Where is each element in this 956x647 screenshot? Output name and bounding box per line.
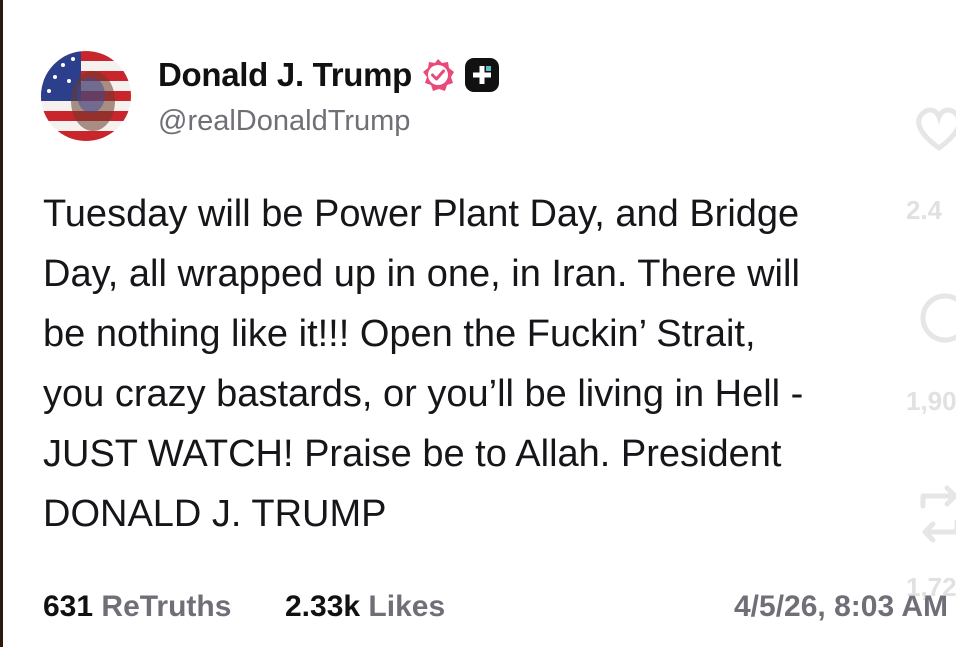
comment-icon[interactable]: [915, 288, 956, 353]
heart-icon[interactable]: [909, 98, 956, 163]
verified-badge-icon: [420, 57, 456, 93]
name-row: Donald J. Trump: [158, 56, 500, 94]
likes-count: 2.33k: [285, 590, 361, 623]
overlay-like-count: 2.4: [906, 195, 943, 225]
share-icon[interactable]: [915, 478, 956, 553]
avatar[interactable]: [41, 51, 131, 141]
likes-stat[interactable]: 2.33k Likes: [285, 590, 445, 624]
retruths-count: 631: [43, 590, 94, 623]
retruths-label: ReTruths: [101, 590, 232, 623]
user-handle[interactable]: @realDonaldTrump: [158, 105, 410, 138]
overlay-comment-count: 1,90: [906, 386, 956, 416]
avatar-flag-portrait: [41, 51, 131, 141]
retruths-stat[interactable]: 631 ReTruths: [43, 590, 231, 624]
likes-label: Likes: [368, 590, 446, 623]
truth-social-icon: [464, 57, 500, 93]
post-body-text: Tuesday will be Power Plant Day, and Bri…: [43, 193, 804, 535]
overlay-share-count: 1,72: [906, 572, 956, 602]
post-stats: 631 ReTruths 2.33k Likes 4/5/26, 8:03 AM: [43, 590, 948, 630]
display-name[interactable]: Donald J. Trump: [158, 56, 412, 94]
post-card: Donald J. Trump @realDonaldTrump Tuesday…: [3, 0, 956, 647]
